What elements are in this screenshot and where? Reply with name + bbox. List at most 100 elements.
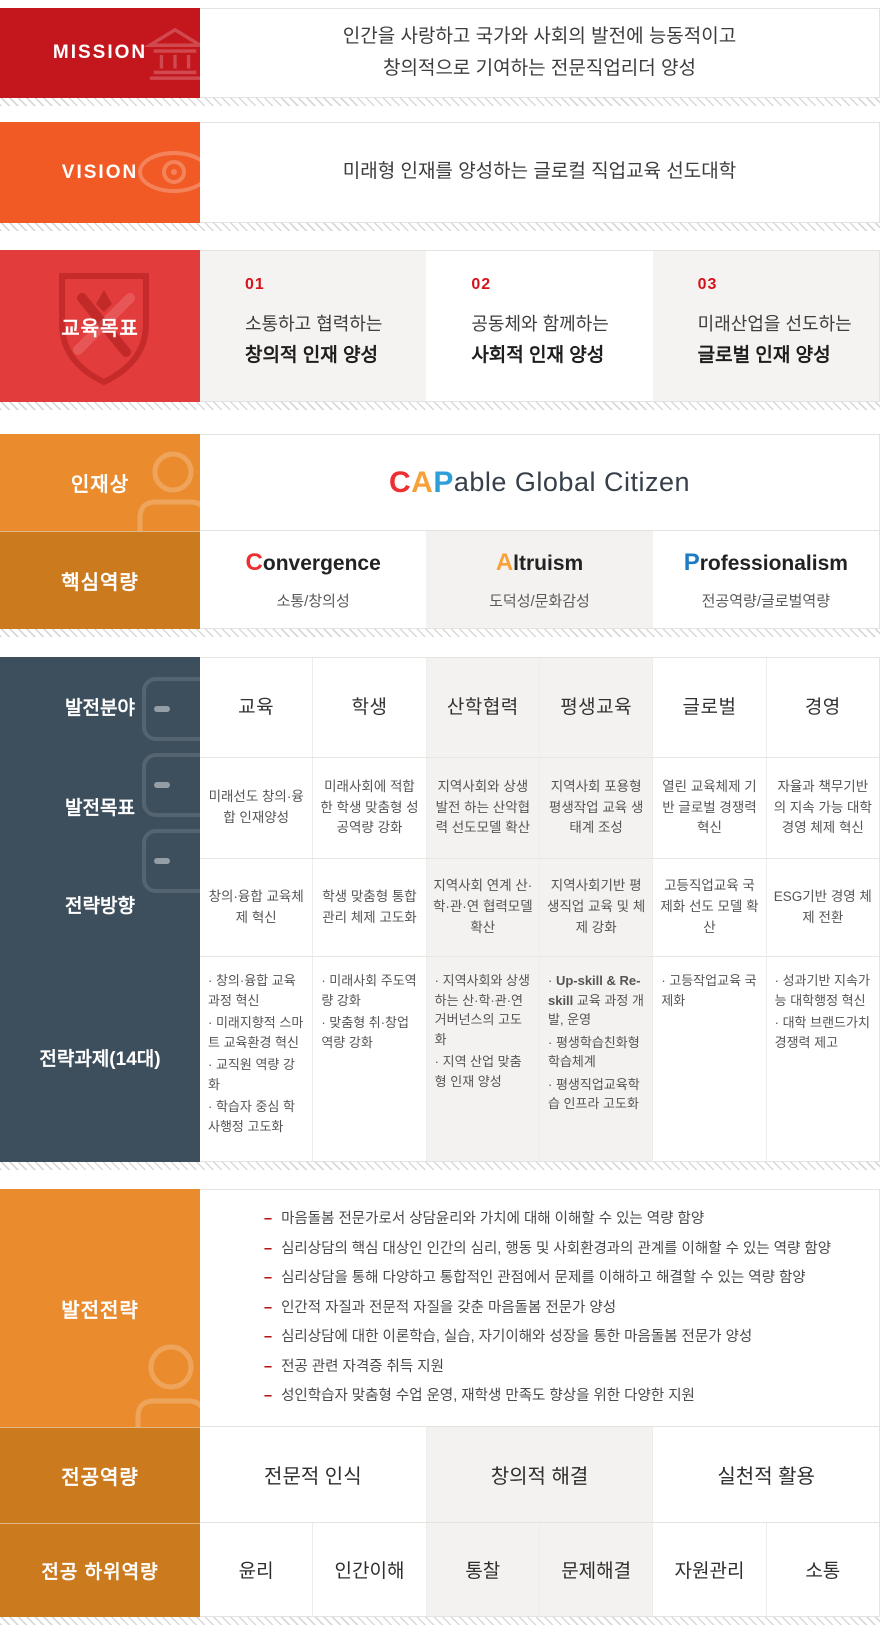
- goal-number: 01: [245, 276, 416, 294]
- mission-text-line1: 인간을 사랑하고 국가와 사회의 발전에 능동적이고: [343, 21, 736, 53]
- vision-section: VISION 미래형 인재를 양성하는 글로컬 직업교육 선도대학: [0, 122, 880, 223]
- mission-text-line2: 창의적으로 기여하는 전문직업리더 양성: [383, 53, 696, 85]
- cap-rest: able Global Citizen: [454, 467, 690, 498]
- edu-goals-content: 01 소통하고 협력하는 창의적 인재 양성 02 공동체와 함께하는 사회적 …: [200, 250, 880, 402]
- strategy-bullet: 심리상담에 대한 이론학습, 실습, 자기이해와 성장을 통한 마음돌봄 전문가…: [264, 1327, 859, 1347]
- edu-goal-card: 01 소통하고 협력하는 창의적 인재 양성: [200, 251, 426, 401]
- person-icon: [128, 448, 200, 531]
- talent-label: 인재상: [71, 468, 129, 497]
- edu-goals-section: 교육목표 01 소통하고 협력하는 창의적 인재 양성 02: [0, 250, 880, 402]
- talent-slogan: CAPable Global Citizen: [200, 435, 879, 530]
- core-label: 핵심역량: [61, 566, 139, 595]
- sub-item: 문제해결: [539, 1523, 652, 1616]
- task-item: 창의·융합 교육과정 혁신: [208, 971, 304, 1010]
- task-item: 학습자 중심 학사행정 고도화: [208, 1097, 304, 1136]
- goal-line2: 창의적 인재 양성: [245, 340, 416, 371]
- mission-section: MISSION 인간을 사랑하고 국가와 사회의 발전에 능동적이고 창의적으로…: [0, 8, 880, 98]
- mission-content: 인간을 사랑하고 국가와 사회의 발전에 능동적이고 창의적으로 기여하는 전문…: [200, 8, 880, 98]
- sub-item: 윤리: [200, 1523, 312, 1616]
- direction-cell: 고등직업교육 국제화 선도 모델 확산: [652, 859, 765, 956]
- cap-letter-p: P: [433, 466, 454, 500]
- core-competency-section: 핵심역량 Convergence 소통/창의성 Altruism 도덕성/문화감…: [0, 531, 880, 629]
- major-item: 창의적 해결: [426, 1427, 653, 1522]
- goal-cell: 지역사회 포용형 평생작업 교육 생태계 조성: [539, 758, 652, 858]
- core-rest: onvergence: [263, 552, 381, 575]
- row-label-goals: 발전목표: [0, 756, 200, 856]
- major-item: 실천적 활용: [652, 1427, 879, 1522]
- core-item: Professionalism 전공역량/글로벌역량: [653, 531, 879, 628]
- tasks-cell: 고등작업교육 국제화: [652, 957, 765, 1161]
- talent-content: CAPable Global Citizen: [200, 434, 880, 531]
- column-header: 글로벌: [652, 658, 765, 757]
- sub-item: 인간이해: [312, 1523, 425, 1616]
- direction-cell: 학생 맞춤형 통합관리 체제 고도화: [312, 859, 425, 956]
- major-content: 전문적 인식 창의적 해결 실천적 활용: [200, 1427, 880, 1523]
- strategy-infographic: MISSION 인간을 사랑하고 국가와 사회의 발전에 능동적이고 창의적으로…: [0, 0, 880, 1625]
- strategy-label: 발전전략: [61, 1294, 139, 1323]
- core-sub: 도덕성/문화감성: [489, 590, 590, 611]
- strategy-bullet: 인간적 자질과 전문적 자질을 갖춘 마음돌봄 전문가 양성: [264, 1298, 859, 1318]
- strategy-bullet: 성인학습자 맞춤형 수업 운영, 재학생 만족도 향상을 위한 다양한 지원: [264, 1386, 859, 1406]
- shadow-strip: [0, 1617, 880, 1625]
- row-label-fields: 발전분야: [0, 657, 200, 756]
- goal-number: 02: [471, 276, 642, 294]
- eye-icon: [134, 144, 200, 200]
- cap-letter-c: C: [389, 466, 411, 500]
- strategy-bullet-list: 마음돌봄 전문가로서 상담윤리와 가치에 대해 이해할 수 있는 역량 함양 심…: [200, 1190, 879, 1426]
- mission-label: MISSION: [53, 42, 147, 64]
- goal-cell: 열린 교육체제 기반 글로벌 경쟁력 혁신: [652, 758, 765, 858]
- goal-line1: 공동체와 함께하는: [471, 310, 642, 340]
- strategy-content: 마음돌봄 전문가로서 상담윤리와 가치에 대해 이해할 수 있는 역량 함양 심…: [200, 1189, 880, 1427]
- mission-label-block: MISSION: [0, 8, 200, 98]
- sub-content: 윤리 인간이해 통찰 문제해결 자원관리 소통: [200, 1523, 880, 1617]
- tasks-cell: 창의·융합 교육과정 혁신 미래지향적 스마트 교육환경 혁신 교직원 역량 강…: [200, 957, 312, 1161]
- core-initial: P: [684, 549, 700, 576]
- direction-cell: 창의·융합 교육체제 혁신: [200, 859, 312, 956]
- sub-item: 자원관리: [652, 1523, 765, 1616]
- edu-goal-card: 03 미래산업을 선도하는 글로벌 인재 양성: [653, 251, 879, 401]
- task-item: 성과기반 지속가능 대학행정 혁신: [775, 971, 871, 1010]
- core-sub: 전공역량/글로벌역량: [702, 590, 830, 611]
- vision-label-block: VISION: [0, 122, 200, 223]
- shadow-strip: [0, 1162, 880, 1170]
- direction-cell: 지역사회기반 평생직업 교육 및 체제 강화: [539, 859, 652, 956]
- talent-section: 인재상 CAPable Global Citizen: [0, 434, 880, 531]
- core-rest: ltruism: [513, 552, 583, 575]
- strategy-label-block: 발전전략: [0, 1189, 200, 1427]
- strategy-bullet: 심리상담의 핵심 대상인 인간의 심리, 행동 및 사회환경과의 관계를 이해할…: [264, 1239, 859, 1259]
- goal-line2: 글로벌 인재 양성: [698, 340, 869, 371]
- strategy-bullet: 전공 관련 자격증 취득 지원: [264, 1357, 859, 1377]
- vision-text: 미래형 인재를 양성하는 글로컬 직업교육 선도대학: [200, 123, 879, 222]
- shadow-strip: [0, 223, 880, 231]
- column-header: 산학협력: [426, 658, 539, 757]
- core-rest: rofessionalism: [700, 552, 848, 575]
- goal-cell: 자율과 책무기반의 지속 가능 대학경영 체제 혁신: [766, 758, 879, 858]
- sub-item: 통찰: [426, 1523, 539, 1616]
- core-initial: A: [496, 549, 513, 576]
- sub-competency-section: 전공 하위역량 윤리 인간이해 통찰 문제해결 자원관리 소통: [0, 1523, 880, 1617]
- task-item: 대학 브랜드가치 경쟁력 제고: [775, 1013, 871, 1052]
- core-sub: 소통/창의성: [277, 590, 350, 611]
- sub-label-block: 전공 하위역량: [0, 1523, 200, 1617]
- goal-line1: 미래산업을 선도하는: [698, 310, 869, 340]
- bank-icon: [144, 22, 200, 84]
- tasks-cell: Up-skill & Re-skill 교육 과정 개발, 운영 평생학습친화형…: [539, 957, 652, 1161]
- column-header: 교육: [200, 658, 312, 757]
- core-initial: C: [246, 549, 263, 576]
- column-header: 평생교육: [539, 658, 652, 757]
- major-label-block: 전공역량: [0, 1427, 200, 1523]
- table-header-row: 교육 학생 산학협력 평생교육 글로벌 경영: [200, 658, 879, 758]
- row-label-tasks: 전략과제(14대): [0, 953, 200, 1162]
- edu-goals-label-block: 교육목표: [0, 250, 200, 402]
- development-table-section: 발전분야 발전목표 전략방향 전략과제(14대) 교육 학생 산학협력 평생교육…: [0, 657, 880, 1162]
- development-table-labels: 발전분야 발전목표 전략방향 전략과제(14대): [0, 657, 200, 1162]
- major-item: 전문적 인식: [200, 1427, 426, 1522]
- direction-cell: ESG기반 경영 체제 전환: [766, 859, 879, 956]
- development-table-body: 교육 학생 산학협력 평생교육 글로벌 경영 미래선도 창의·융합 인재양성 미…: [200, 657, 880, 1162]
- edu-goal-card: 02 공동체와 함께하는 사회적 인재 양성: [426, 251, 652, 401]
- major-label: 전공역량: [61, 1461, 139, 1490]
- table-goals-row: 미래선도 창의·융합 인재양성 미래사회에 적합한 학생 맞춤형 성공역량 강화…: [200, 758, 879, 859]
- strategy-bullet: 심리상담을 통해 다양하고 통합적인 관점에서 문제를 이해하고 해결할 수 있…: [264, 1268, 859, 1288]
- goal-cell: 미래선도 창의·융합 인재양성: [200, 758, 312, 858]
- core-item: Convergence 소통/창의성: [200, 531, 426, 628]
